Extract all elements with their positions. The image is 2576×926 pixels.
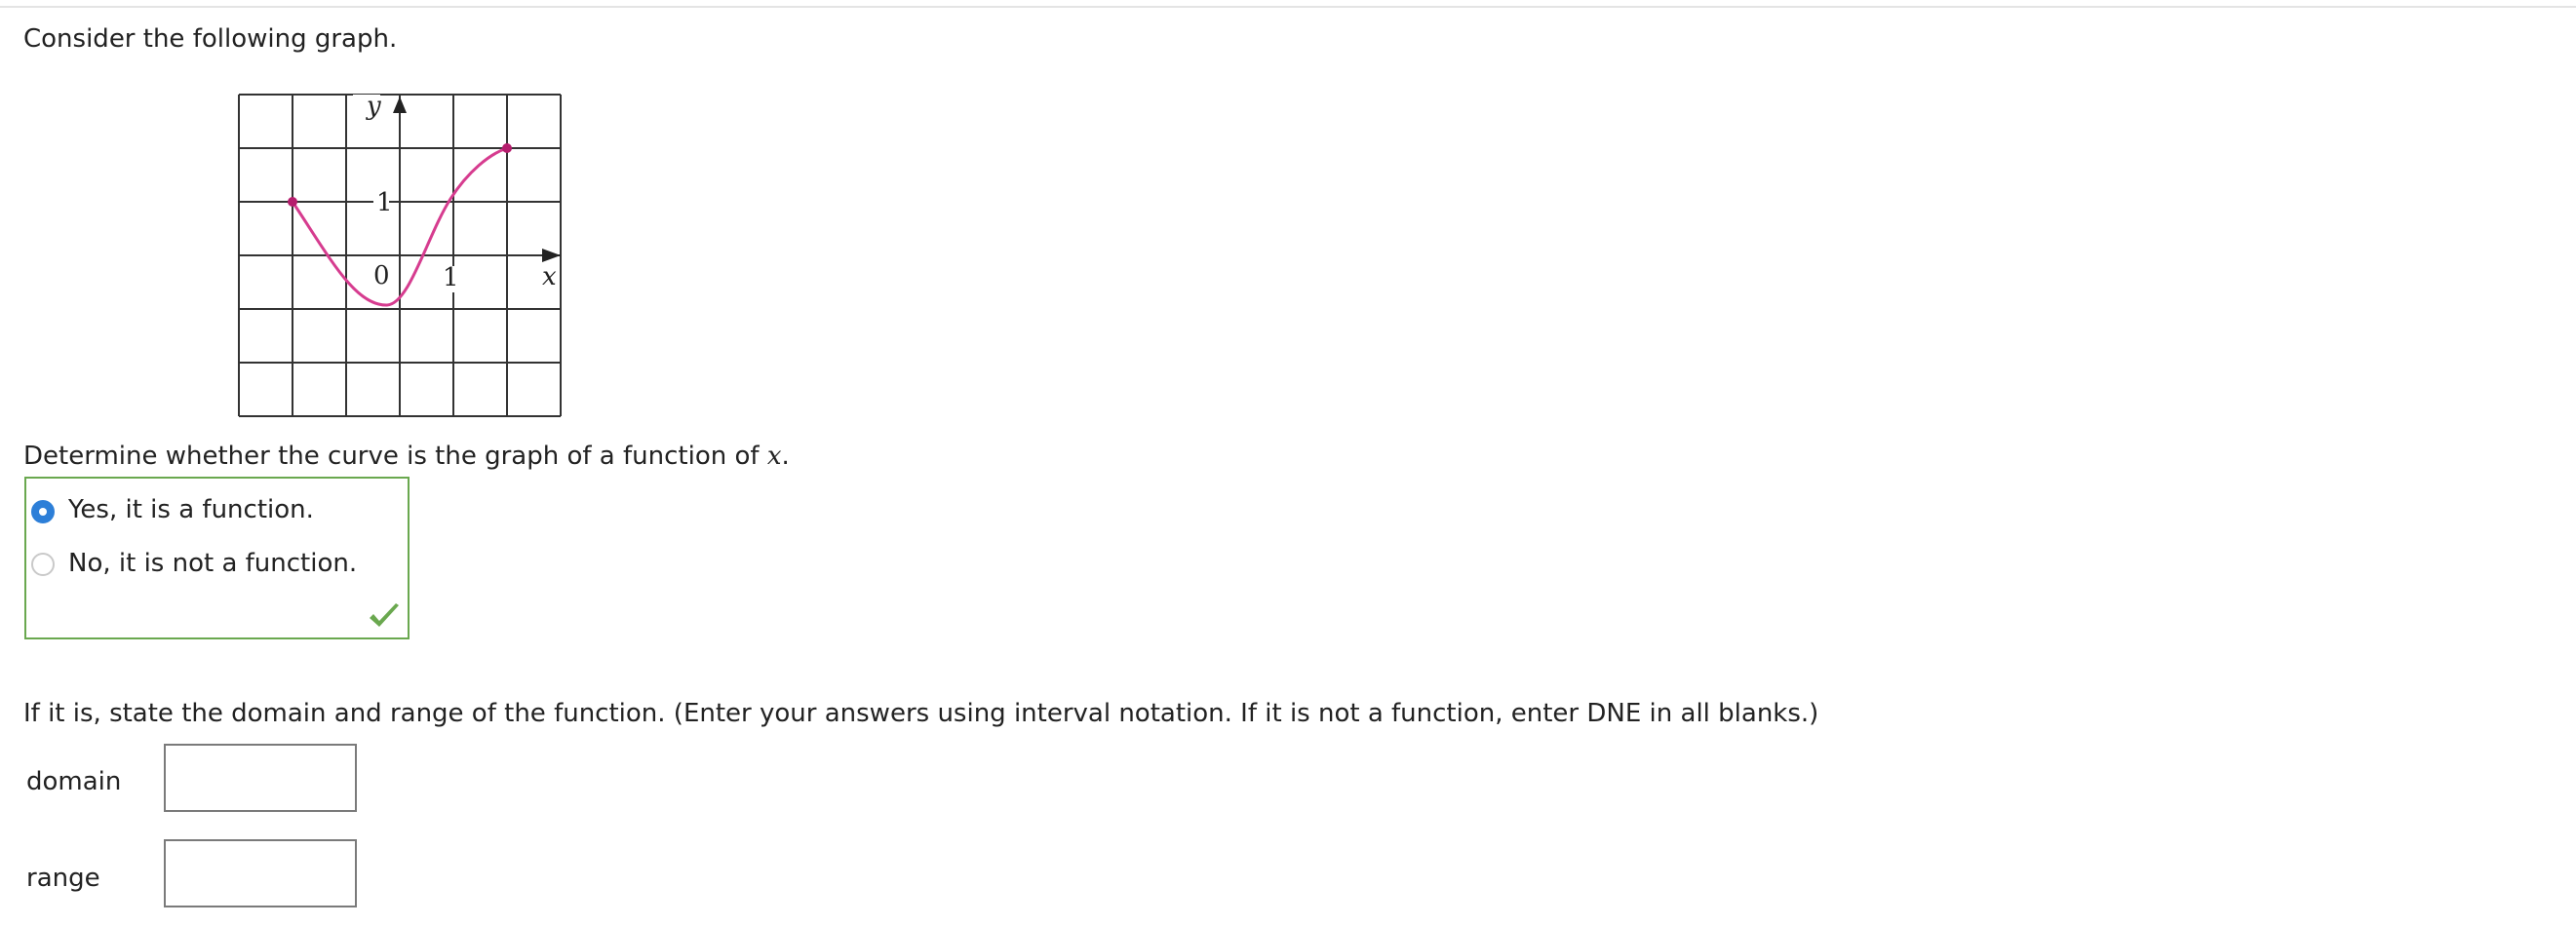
top-divider <box>0 6 2576 8</box>
radio-no[interactable] <box>31 553 55 576</box>
x-axis-label: x <box>542 262 557 291</box>
function-graph: y 1 0 1 x <box>238 92 562 417</box>
question-intro: Consider the following graph. <box>23 24 398 54</box>
determine-suffix: . <box>781 442 790 471</box>
range-label: range <box>26 864 100 893</box>
choice-yes-label[interactable]: Yes, it is a function. <box>68 494 314 525</box>
radio-yes[interactable] <box>31 500 55 523</box>
determine-prefix: Determine whether the curve is the graph… <box>23 442 767 471</box>
checkmark-icon <box>370 603 399 627</box>
tick-y-label: 1 <box>376 188 393 217</box>
determine-prompt: Determine whether the curve is the graph… <box>23 441 790 472</box>
x-axis-arrow-icon <box>542 249 561 262</box>
domain-range-instruction: If it is, state the domain and range of … <box>23 699 1819 728</box>
curve-left-endpoint <box>288 197 297 207</box>
y-axis-arrow-icon <box>393 96 407 113</box>
determine-var: x <box>766 442 782 471</box>
choice-no-label[interactable]: No, it is not a function. <box>68 548 357 579</box>
graph-grid <box>238 94 562 417</box>
origin-label: 0 <box>373 261 390 290</box>
y-axis-label: y <box>366 92 381 121</box>
domain-input[interactable] <box>164 744 357 812</box>
tick-x-label: 1 <box>443 263 459 292</box>
question-page: Consider the following graph. y 1 0 1 x … <box>0 0 2576 926</box>
curve-right-endpoint <box>502 143 512 153</box>
range-input[interactable] <box>164 839 357 907</box>
domain-label: domain <box>26 767 122 796</box>
